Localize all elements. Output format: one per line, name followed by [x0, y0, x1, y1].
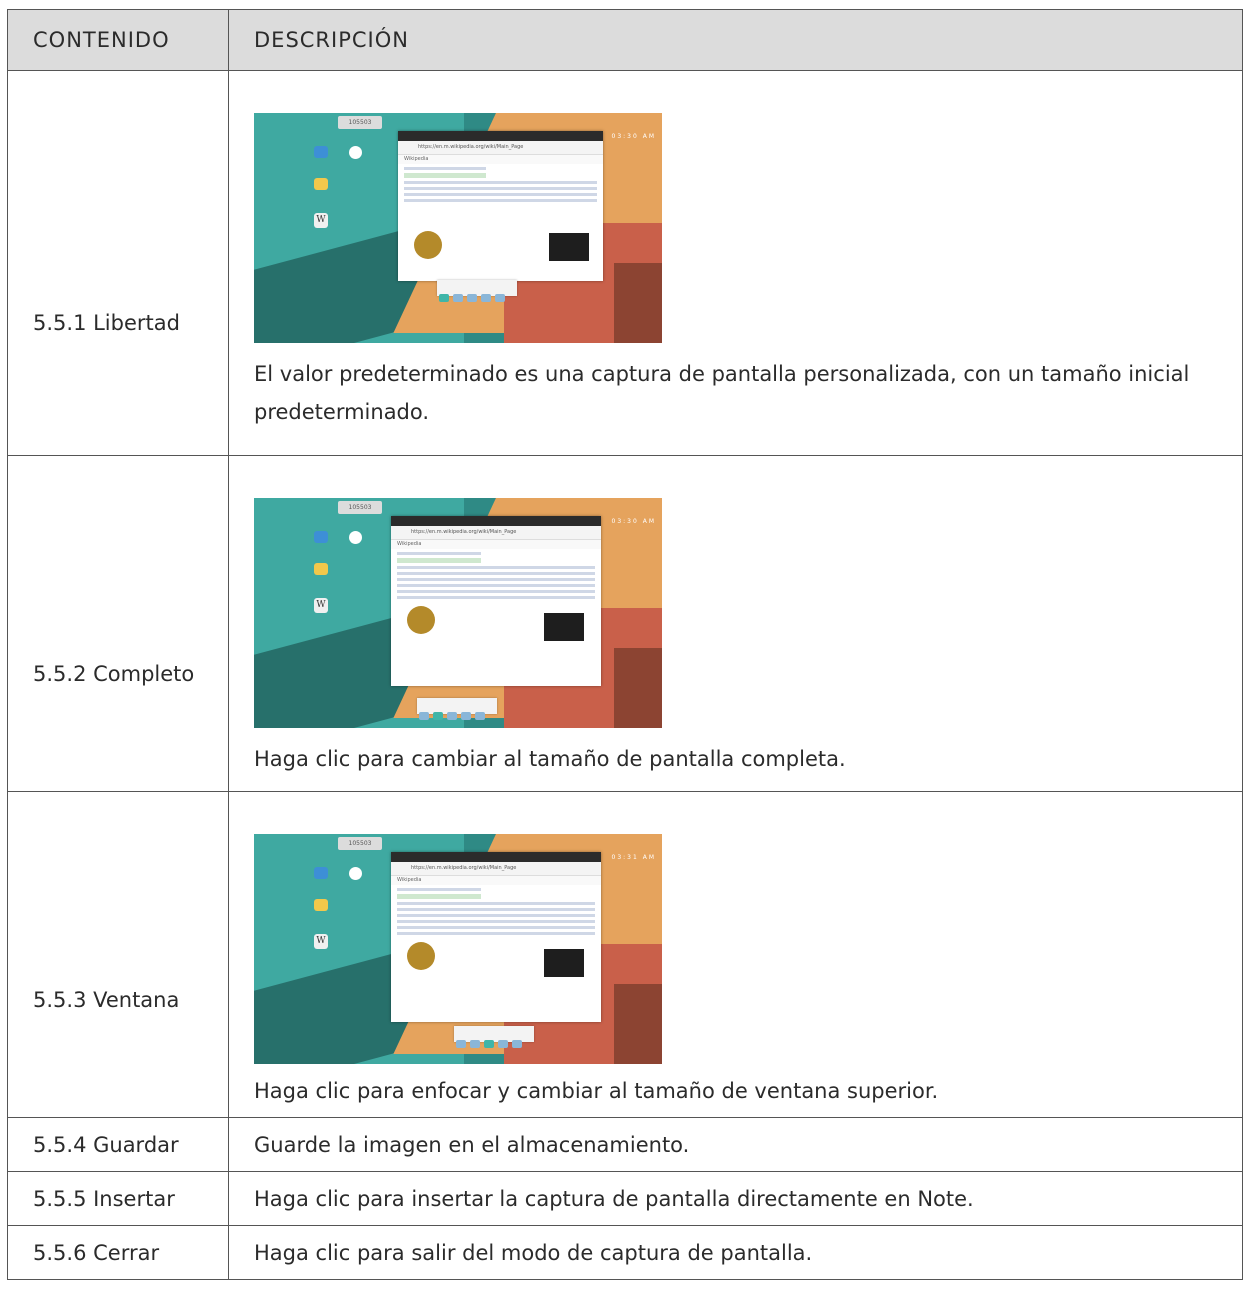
screenshot-ventana: 105503 03:31 AM W https://en.m.wikipedia… [254, 834, 662, 1064]
row-label-cell: 5.5.3 Ventana [7, 791, 229, 1118]
table-row: 5.5.3 Ventana 105503 03:31 AM W https://… [7, 791, 1243, 1118]
row-label: 5.5.3 Ventana [33, 987, 180, 1012]
status-pill: 105503 [338, 116, 382, 129]
folder-icon [314, 563, 328, 575]
app-icon [314, 867, 328, 879]
table-row: 5.5.6 Cerrar Haga clic para salir del mo… [7, 1225, 1243, 1280]
row-label-cell: 5.5.2 Completo [7, 455, 229, 792]
row-label: 5.5.2 Completo [33, 661, 195, 686]
capture-toolbar [417, 698, 497, 720]
url-bar: https://en.m.wikipedia.org/wiki/Main_Pag… [391, 526, 601, 540]
row-desc-cell: Haga clic para insertar la captura de pa… [228, 1171, 1243, 1226]
browser-icon [349, 146, 362, 159]
browser-icon [349, 531, 362, 544]
row-desc-cell: Guarde la imagen en el almacenamiento. [228, 1117, 1243, 1172]
night-image [544, 613, 584, 641]
row-label: 5.5.6 Cerrar [33, 1240, 160, 1265]
wiki-bar: Wikipedia [391, 876, 601, 885]
row-desc-cell: 105503 03:30 AM W https://en.m.wikipedia… [228, 455, 1243, 792]
screenshot-libertad: 105503 03:30 AM W https://en.m.wikipedia… [254, 113, 662, 343]
table-row: 5.5.2 Completo 105503 03:30 AM W https:/… [7, 455, 1243, 792]
row-desc: Guarde la imagen en el almacenamiento. [254, 1132, 690, 1157]
status-bar-text: 03:31 AM [611, 854, 656, 861]
row-label-cell: 5.5.6 Cerrar [7, 1225, 229, 1280]
browser-window: https://en.m.wikipedia.org/wiki/Main_Pag… [391, 516, 601, 686]
coin-image [407, 942, 435, 970]
wikipedia-icon: W [314, 598, 328, 613]
table-header-row: CONTENIDO DESCRIPCIÓN [7, 9, 1243, 71]
status-bar-text: 03:30 AM [611, 518, 656, 525]
row-desc-cell: Haga clic para salir del modo de captura… [228, 1225, 1243, 1280]
browser-window: https://en.m.wikipedia.org/wiki/Main_Pag… [391, 852, 601, 1022]
row-desc-cell: 105503 03:31 AM W https://en.m.wikipedia… [228, 791, 1243, 1118]
row-label-cell: 5.5.1 Libertad [7, 70, 229, 456]
table-row: 5.5.4 Guardar Guarde la imagen en el alm… [7, 1117, 1243, 1172]
row-label: 5.5.5 Insertar [33, 1186, 175, 1211]
row-desc: Haga clic para enfocar y cambiar al tama… [254, 1079, 939, 1103]
wikipedia-icon: W [314, 934, 328, 949]
screenshot-completo: 105503 03:30 AM W https://en.m.wikipedia… [254, 498, 662, 728]
browser-icon [349, 867, 362, 880]
header-descripcion-label: DESCRIPCIÓN [254, 28, 409, 52]
header-contenido-label: CONTENIDO [33, 28, 170, 52]
url-bar: https://en.m.wikipedia.org/wiki/Main_Pag… [391, 862, 601, 876]
status-bar-text: 03:30 AM [611, 133, 656, 140]
night-image [544, 949, 584, 977]
feature-table: CONTENIDO DESCRIPCIÓN 5.5.1 Libertad 105… [7, 9, 1243, 1280]
app-icon [314, 531, 328, 543]
capture-toolbar [454, 1026, 534, 1048]
status-pill: 105503 [338, 501, 382, 514]
row-desc: Haga clic para cambiar al tamaño de pant… [254, 747, 846, 771]
coin-image [407, 606, 435, 634]
row-desc: Haga clic para salir del modo de captura… [254, 1240, 813, 1265]
table-row: 5.5.1 Libertad 105503 03:30 AM W https:/… [7, 70, 1243, 456]
row-desc: El valor predeterminado es una captura d… [254, 362, 1190, 424]
coin-image [414, 231, 442, 259]
row-label-cell: 5.5.5 Insertar [7, 1171, 229, 1226]
wiki-bar: Wikipedia [398, 155, 603, 164]
wikipedia-icon: W [314, 213, 328, 228]
row-desc-cell: 105503 03:30 AM W https://en.m.wikipedia… [228, 70, 1243, 456]
folder-icon [314, 899, 328, 911]
table-row: 5.5.5 Insertar Haga clic para insertar l… [7, 1171, 1243, 1226]
folder-icon [314, 178, 328, 190]
status-pill: 105503 [338, 837, 382, 850]
row-desc: Haga clic para insertar la captura de pa… [254, 1186, 974, 1211]
app-icon [314, 146, 328, 158]
url-bar: https://en.m.wikipedia.org/wiki/Main_Pag… [398, 141, 603, 155]
row-label-cell: 5.5.4 Guardar [7, 1117, 229, 1172]
row-label: 5.5.1 Libertad [33, 311, 180, 335]
night-image [549, 233, 589, 261]
capture-toolbar [437, 280, 517, 302]
header-descripcion: DESCRIPCIÓN [228, 9, 1243, 71]
row-label: 5.5.4 Guardar [33, 1132, 179, 1157]
header-contenido: CONTENIDO [7, 9, 229, 71]
wiki-bar: Wikipedia [391, 540, 601, 549]
